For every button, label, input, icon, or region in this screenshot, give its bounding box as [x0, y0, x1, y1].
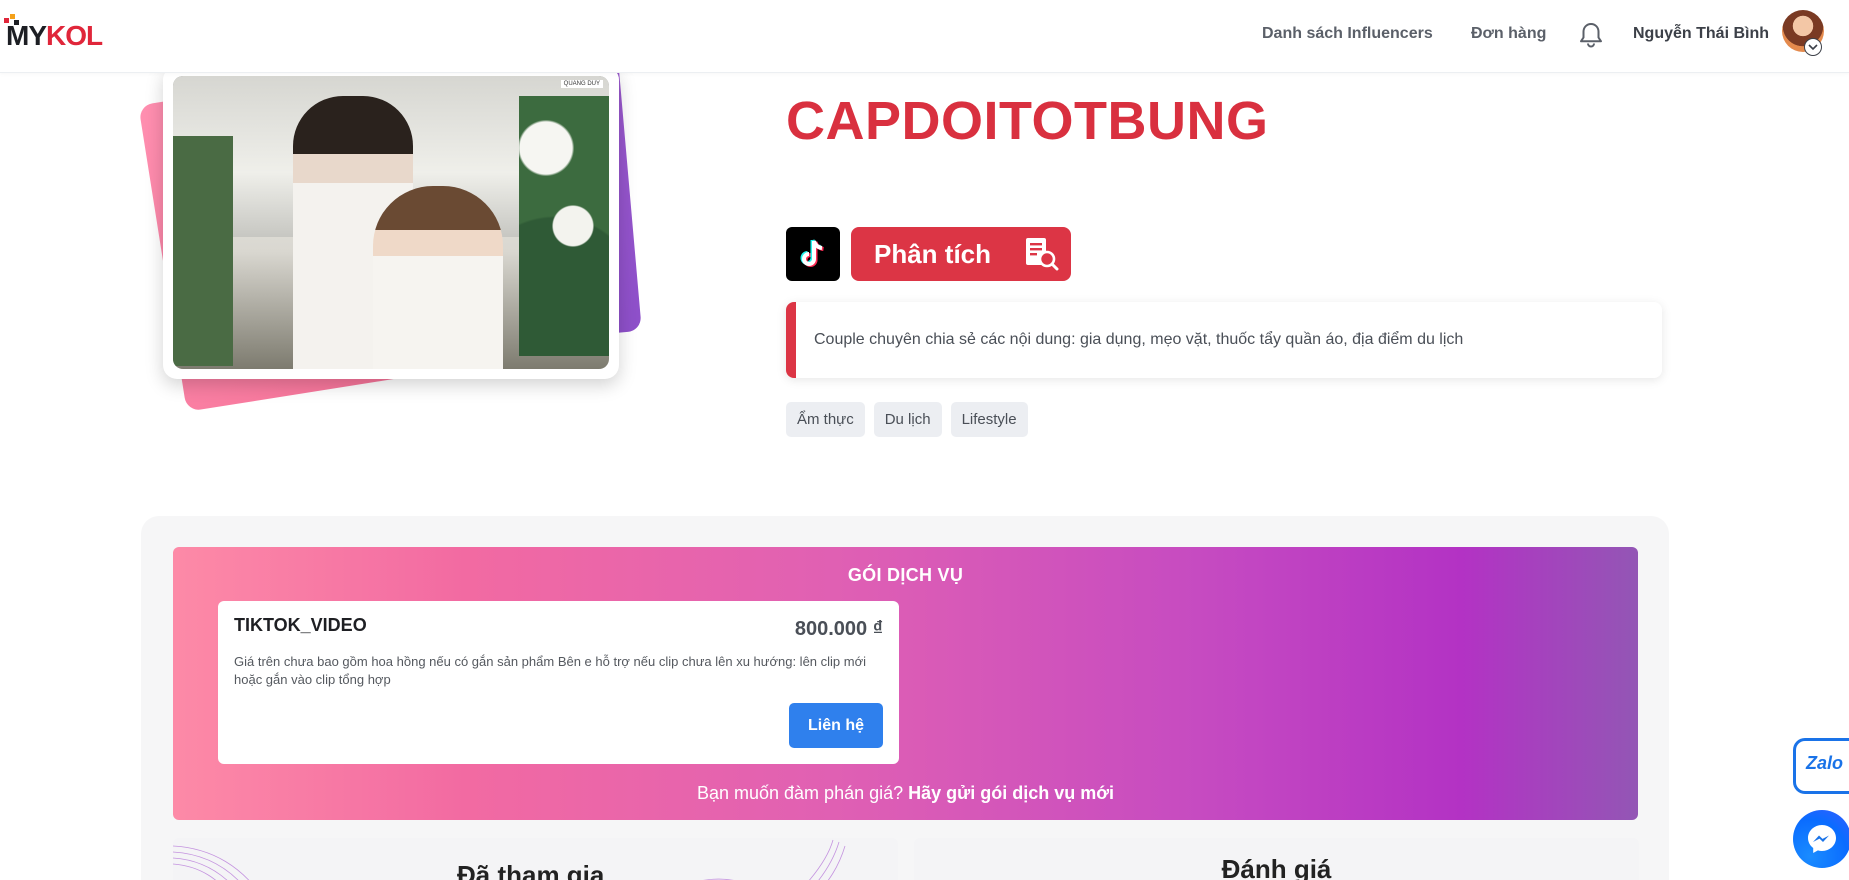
contact-button[interactable]: Liên hệ	[789, 703, 883, 748]
user-name[interactable]: Nguyễn Thái Bình	[1633, 25, 1769, 43]
mykol-logo[interactable]: MY KOL	[4, 14, 103, 52]
analyze-button-label: Phân tích	[874, 238, 992, 269]
reviews-title: Đánh giá	[1221, 854, 1332, 880]
logo-mark-icon	[4, 14, 20, 28]
bell-icon[interactable]	[1578, 21, 1604, 49]
service-panel-title: GÓI DỊCH VỤ	[847, 565, 964, 585]
service-note: Giá trên chưa bao gồm hoa hồng nếu có gắ…	[234, 654, 867, 687]
nav-influencers-link[interactable]: Danh sách Influencers	[1262, 25, 1433, 43]
negotiate-line: Bạn muốn đàm phán giá? Hãy gửi gói dịch …	[173, 783, 1638, 804]
tiktok-icon	[800, 239, 824, 267]
joined-title: Đã tham gia	[457, 860, 605, 880]
joined-campaigns-card: Đã tham gia	[173, 838, 898, 880]
service-card: TIKTOK_VIDEO 800.000 ₫ Giá trên chưa bao…	[218, 601, 899, 764]
reviews-card: Đánh giá	[914, 838, 1639, 880]
send-new-package-link[interactable]: Hãy gửi gói dịch vụ mới	[908, 783, 1114, 803]
tiktok-link-button[interactable]	[786, 227, 840, 281]
top-navbar: MY KOL Danh sách Influencers Đơn hàng Ngu…	[0, 0, 1849, 73]
category-tags: Ẩm thực Du lịch Lifestyle	[786, 402, 1028, 437]
negotiate-text: Bạn muốn đàm phán giá?	[696, 783, 904, 803]
profile-photo: QUANG DUY	[173, 76, 609, 369]
tag-lifestyle[interactable]: Lifestyle	[950, 402, 1028, 437]
logo-suffix: KOL	[46, 20, 103, 51]
chevron-down-icon[interactable]	[1804, 38, 1822, 56]
bio-text: Couple chuyên chia sẻ các nội dung: gia …	[814, 331, 1464, 348]
nav-orders-link[interactable]: Đơn hàng	[1471, 25, 1546, 43]
bio-box: Couple chuyên chia sẻ các nội dung: gia …	[786, 302, 1662, 378]
service-name: TIKTOK_VIDEO	[234, 615, 367, 635]
photo-watermark: QUANG DUY	[560, 80, 603, 88]
messenger-icon	[1808, 825, 1836, 853]
service-price: 800.000 ₫	[794, 618, 883, 640]
page: MY KOL Danh sách Influencers Đơn hàng Ngu…	[0, 0, 1849, 880]
influencer-name: CAPDOITOTBUNG	[786, 91, 1269, 151]
zalo-label: Zalo	[1806, 753, 1844, 773]
tag-du-lich[interactable]: Du lịch	[873, 402, 942, 437]
service-packages-panel: GÓI DỊCH VỤ TIKTOK_VIDEO 800.000 ₫ Giá t…	[173, 547, 1638, 820]
profile-photo-card: QUANG DUY	[163, 66, 619, 379]
analyze-button[interactable]: Phân tích	[851, 227, 1071, 281]
messenger-chat-button[interactable]	[1793, 810, 1849, 868]
tag-am-thuc[interactable]: Ẩm thực	[786, 402, 865, 437]
zalo-chat-button[interactable]: Zalo	[1793, 738, 1849, 794]
document-search-icon	[1026, 238, 1059, 271]
